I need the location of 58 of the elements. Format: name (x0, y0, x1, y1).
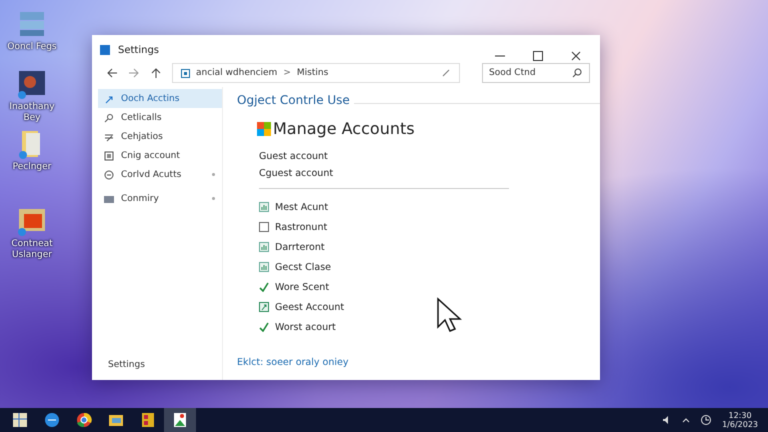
sidebar-item[interactable]: Cehjatios (98, 127, 222, 146)
picture-icon[interactable] (171, 411, 189, 429)
clock-date[interactable]: 1/6/2023 (722, 420, 758, 429)
sidebar-item[interactable]: Corlvd Acutts (98, 165, 222, 184)
desktop-icon-label[interactable]: Contneat Uslanger (4, 239, 60, 261)
checkmark-icon (259, 282, 269, 292)
maximize-icon[interactable] (532, 50, 544, 62)
sidebar-footer-label: Settings (107, 360, 146, 370)
section-title: Ogject Contrle Use (237, 93, 350, 107)
clock-time[interactable]: 12:30 (728, 411, 752, 420)
link[interactable]: Eklct: soeer oraly oniey (237, 357, 348, 368)
window-title: Settings (118, 44, 160, 56)
address-bar[interactable]: ancial wdhenciem > Mistins (172, 63, 460, 83)
list-item-label[interactable]: Wore Scent (275, 282, 330, 292)
path-separator: > (283, 68, 291, 78)
list-item-label[interactable]: Worst acourt (275, 322, 336, 332)
app-icon (100, 45, 110, 55)
sidebar-item[interactable]: Cetlicalls (98, 108, 222, 127)
square-icon (259, 222, 269, 232)
globe-icon[interactable] (43, 411, 61, 429)
sidebar-item-icon (104, 170, 114, 180)
back-arrow-icon[interactable] (106, 67, 118, 79)
four-squares-logo-icon (257, 122, 271, 136)
photo-icon[interactable] (16, 68, 48, 100)
round-logo-icon[interactable] (75, 411, 93, 429)
sidebar-item-icon (104, 132, 114, 142)
sidebar-item-icon (104, 150, 114, 160)
sidebar-item-icon (104, 112, 114, 122)
chart-icon (259, 242, 269, 252)
checkmark-icon (259, 322, 269, 332)
list-item-label[interactable]: Darrteront (275, 242, 325, 252)
close-icon[interactable] (570, 50, 582, 62)
account-name[interactable]: Cguest account (259, 165, 600, 182)
sidebar-item-icon (104, 194, 114, 204)
search-icon (572, 68, 582, 78)
sidebar-item[interactable]: Ooch Acctins (98, 89, 222, 108)
chart-icon (259, 262, 269, 272)
chart-icon (259, 202, 269, 212)
sidebar-item-icon (104, 94, 114, 104)
taskbar-app[interactable] (164, 408, 196, 432)
page-heading: Manage Accounts (273, 119, 415, 138)
link-icon (259, 302, 269, 312)
list-item-label[interactable]: Gecst Clase (275, 262, 332, 272)
address-path: ancial wdhenciem (196, 68, 278, 78)
folder-icon (181, 68, 190, 78)
caret-icon[interactable] (682, 416, 690, 424)
forward-arrow-icon[interactable] (128, 67, 140, 79)
start-grid-icon[interactable] (11, 411, 29, 429)
list-item-label[interactable]: Rastronunt (275, 222, 328, 232)
list-item-label[interactable]: Geest Account (275, 302, 344, 312)
search-field[interactable]: Sood Ctnd (482, 63, 590, 83)
sidebar-item[interactable]: Cnig account (98, 146, 222, 165)
account-name[interactable]: Guest account (259, 148, 600, 165)
grid-icon[interactable] (139, 411, 157, 429)
address-folder: Mistins (296, 68, 328, 78)
up-arrow-icon[interactable] (150, 67, 162, 79)
sidebar-item[interactable]: Conmiry (98, 189, 222, 208)
list-item-label[interactable]: Mest Acunt (275, 202, 328, 212)
